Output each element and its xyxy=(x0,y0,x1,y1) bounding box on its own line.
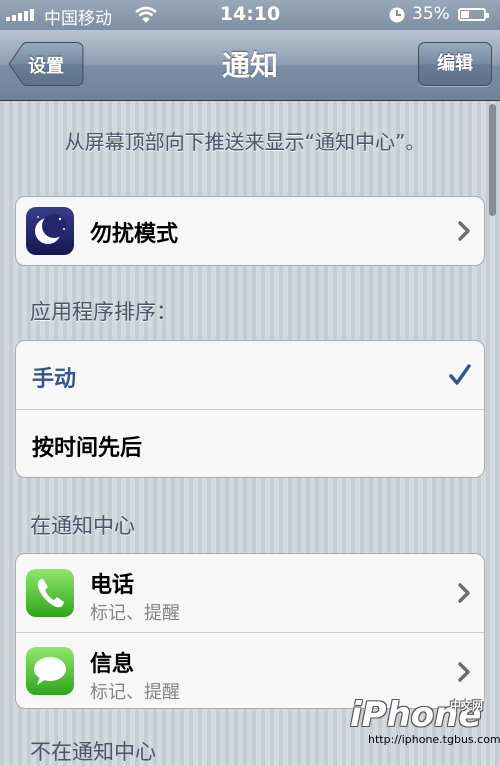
chevron-right-icon xyxy=(458,662,470,686)
watermark-tag: 中文网 xyxy=(450,699,483,712)
sort-option-manual[interactable]: 手动 xyxy=(16,341,484,409)
navigation-bar: 设置 通知 编辑 xyxy=(0,30,500,101)
app-name: 信息 xyxy=(90,652,135,677)
in-center-group: 电话 标记、提醒 信息 标记、提醒 xyxy=(15,553,485,709)
pull-down-hint: 从屏幕顶部向下推送来显示“通知中心”。 xyxy=(64,130,426,154)
dnd-group: 勿扰模式 xyxy=(15,196,485,266)
watermark: iPhone 中文网 http://iphone.tgbus.com xyxy=(350,695,500,750)
app-row-phone[interactable]: 电话 标记、提醒 xyxy=(16,554,484,632)
watermark-url: http://iphone.tgbus.com xyxy=(368,733,500,746)
sort-option-label: 按时间先后 xyxy=(32,436,143,461)
phone-icon xyxy=(26,569,74,617)
status-bar: 中国移动 14:10 35% xyxy=(0,0,500,30)
sort-group: 手动 按时间先后 xyxy=(15,340,485,478)
app-detail: 标记、提醒 xyxy=(90,682,180,703)
battery-icon xyxy=(458,8,489,21)
sort-option-label: 手动 xyxy=(32,367,77,392)
checkmark-icon xyxy=(448,363,472,391)
scrollbar[interactable] xyxy=(489,104,496,216)
chevron-right-icon xyxy=(458,583,470,607)
battery-percent: 35% xyxy=(412,4,450,24)
sort-section-header: 应用程序排序： xyxy=(30,300,177,324)
dnd-label: 勿扰模式 xyxy=(90,222,179,247)
alarm-clock-icon xyxy=(388,6,406,29)
sort-option-by-time[interactable]: 按时间先后 xyxy=(16,409,484,477)
app-name: 电话 xyxy=(90,573,135,598)
edit-button[interactable]: 编辑 xyxy=(418,42,492,86)
not-in-center-section-header: 不在通知中心 xyxy=(30,740,156,764)
in-center-section-header: 在通知中心 xyxy=(30,514,135,538)
dnd-row[interactable]: 勿扰模式 xyxy=(16,197,484,265)
chevron-right-icon xyxy=(458,221,470,245)
moon-icon xyxy=(26,207,74,255)
app-detail: 标记、提醒 xyxy=(90,603,180,624)
messages-icon xyxy=(26,647,74,695)
